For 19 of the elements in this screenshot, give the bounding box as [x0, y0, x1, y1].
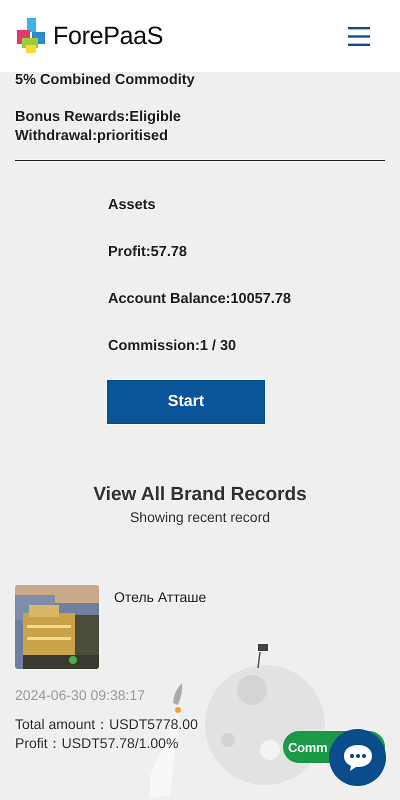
logo-icon [17, 18, 47, 54]
menu-icon[interactable] [348, 26, 370, 46]
records-subtitle: Showing recent record [128, 509, 272, 525]
hotel-name: Отель Атташе [114, 589, 206, 607]
records-title: View All Brand Records [92, 484, 308, 506]
total-amount: Total amount：USDT5778.00 [15, 715, 198, 734]
stat-text: Assets [108, 196, 157, 215]
profit-text: Profit：USDT57.78/1.00% [15, 734, 178, 753]
stat-text: Account Balance:10057.78 [108, 290, 292, 309]
stat-text: Profit:57.78 [108, 243, 188, 262]
start-button[interactable]: Start [107, 380, 265, 424]
commit-button[interactable]: Comm [283, 731, 329, 763]
logo-text: ForePaaS [53, 22, 164, 50]
record-time: 2024-06-30 09:38:17 [15, 687, 146, 703]
plan-detail: Withdrawal:prioritised [15, 127, 169, 146]
plan-title: 5% Combined Commodity [15, 71, 196, 90]
plan-detail: Bonus Rewards:Eligible [15, 108, 182, 127]
stat-text: Commission:1 / 30 [108, 337, 238, 356]
chat-icon [342, 742, 374, 772]
